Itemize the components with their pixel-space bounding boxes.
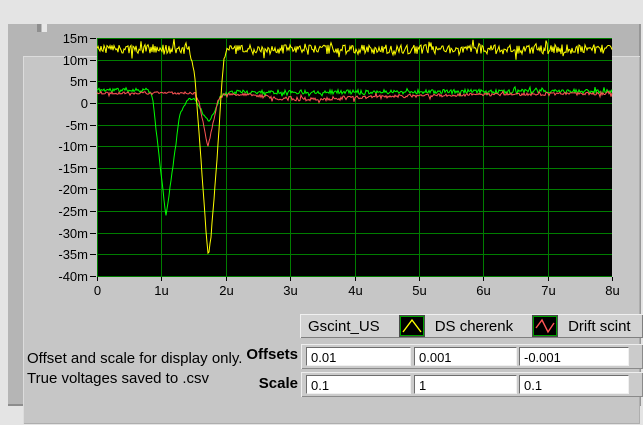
display-note-line2: True voltages saved to .csv [27,369,242,389]
offset-input-gscint-us[interactable] [307,348,410,365]
legend-label-ds-cherenk: DS cherenk [435,318,513,335]
display-note: Offset and scale for display only. True … [27,349,242,389]
scale-input-drift-scint[interactable] [520,376,628,393]
scale-row [301,372,643,397]
x-tick-label: 6u [476,283,490,298]
x-tick-label: 7u [541,283,555,298]
plot-legend: Gscint_US DS cherenk Drift scint [300,314,643,338]
display-note-line1: Offset and scale for display only. [27,349,242,369]
y-axis: 15m 10m 5m 0 -5m -10m -15m -20m -25m -30m -35m -40m [58,31,96,284]
plot-sample-icon-gscint-us[interactable] [400,316,424,336]
y-tick-label: 0 [81,96,88,111]
y-tick-label: -10m [58,139,88,154]
scale-input-gscint-us[interactable] [307,376,410,393]
offset-field-gscint-us [306,347,411,366]
y-tick-label: -20m [58,182,88,197]
scale-label: Scale [228,375,298,392]
offset-input-ds-cherenk[interactable] [415,348,516,365]
scale-field-gscint-us [306,375,411,394]
x-tick-label: 3u [283,283,297,298]
offsets-row [301,344,643,369]
x-tick-label: 4u [348,283,362,298]
offset-field-ds-cherenk [414,347,517,366]
y-tick-label: -15m [58,161,88,176]
scale-field-ds-cherenk [414,375,517,394]
y-tick-label: -5m [66,118,88,133]
legend-item-ds-cherenk: DS cherenk [435,316,568,336]
offsets-label: Offsets [228,346,298,363]
x-tick-label: 5u [412,283,426,298]
y-tick-label: 5m [70,74,88,89]
y-tick-label: -40m [58,269,88,284]
y-tick-label: -25m [58,204,88,219]
legend-label-drift-scint: Drift scint [568,318,631,335]
waveform-graph: 15m 10m 5m 0 -5m -10m -15m -20m -25m -30m -35m -40m… [0,0,643,310]
x-tick-label: 2u [219,283,233,298]
x-tick-label: 0 [94,283,101,298]
y-tick-label: -30m [58,226,88,241]
plot-sample-icon-ds-cherenk[interactable] [533,316,557,336]
offset-input-drift-scint[interactable] [520,348,628,365]
y-tick-label: -35m [58,247,88,262]
legend-item-gscint-us: Gscint_US [308,316,435,336]
x-axis: 0 1u 2u 3u 4u 5u 6u 7u 8u [94,277,620,298]
x-tick-label: 1u [154,283,168,298]
offset-field-drift-scint [519,347,629,366]
legend-item-drift-scint: Drift scint [568,316,643,336]
scale-field-drift-scint [519,375,629,394]
y-tick-label: 10m [63,53,88,68]
y-tick-label: 15m [63,31,88,46]
legend-label-gscint-us: Gscint_US [308,318,380,335]
x-tick-label: 8u [605,283,619,298]
scale-input-ds-cherenk[interactable] [415,376,516,393]
